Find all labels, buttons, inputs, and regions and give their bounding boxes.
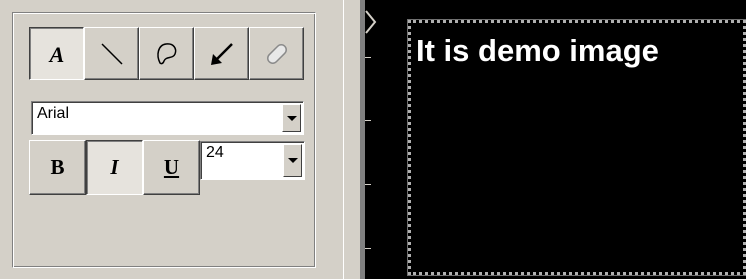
chevron-down-icon [287, 158, 298, 163]
line-tool-button[interactable] [84, 27, 139, 80]
ruler-tick [365, 57, 371, 58]
drawing-tools-toolbar: A [29, 27, 304, 80]
font-size-value: 24 [206, 144, 224, 161]
canvas-text[interactable]: It is demo image [416, 33, 659, 69]
text-tool-button[interactable]: A [29, 27, 84, 80]
font-family-value: Arial [37, 105, 70, 122]
ruler-tick [365, 184, 371, 185]
font-size-dropdown-button[interactable] [283, 144, 302, 177]
italic-button[interactable]: I [86, 140, 143, 195]
eraser-icon [266, 43, 287, 64]
chevron-down-icon [286, 115, 297, 121]
bold-button[interactable]: B [29, 140, 86, 195]
tool-panel: A Arial B I U 24 [0, 0, 328, 279]
ruler-marker-icon [365, 10, 377, 34]
svg-text:A: A [47, 42, 64, 66]
format-toolbar: B I U [29, 140, 200, 195]
eraser-tool-button[interactable] [249, 27, 304, 80]
panel-splitter[interactable] [343, 0, 361, 279]
underline-button[interactable]: U [143, 140, 200, 195]
font-family-dropdown-button[interactable] [282, 104, 301, 132]
text-a-icon: A [47, 42, 64, 66]
arrow-icon [210, 42, 233, 65]
font-size-select[interactable]: 24 [200, 141, 305, 180]
text-object-selection[interactable]: It is demo image [407, 19, 746, 276]
font-family-select[interactable]: Arial [31, 101, 304, 135]
line-icon [100, 42, 123, 65]
ruler-tick [365, 248, 371, 249]
lasso-icon [156, 42, 176, 64]
arrow-tool-button[interactable] [194, 27, 249, 80]
lasso-tool-button[interactable] [139, 27, 194, 80]
ruler-tick [365, 120, 371, 121]
